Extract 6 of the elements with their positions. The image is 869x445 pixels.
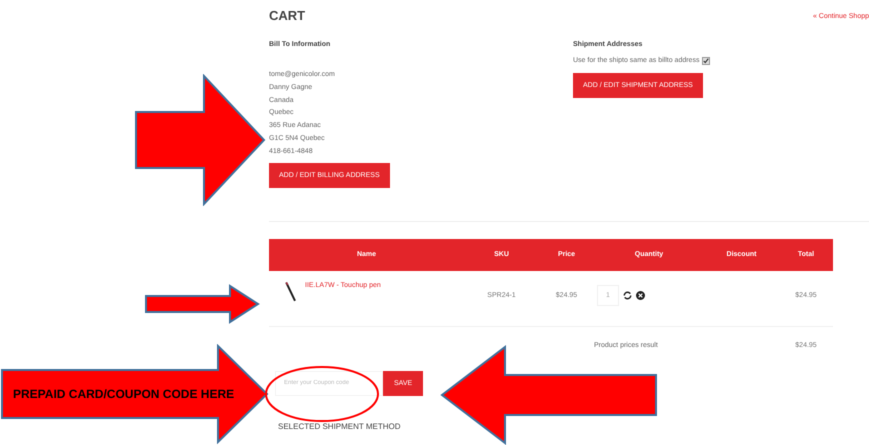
page-title: CART [269, 8, 306, 23]
remove-icon[interactable] [636, 291, 645, 300]
same-address-checkbox[interactable] [702, 57, 710, 66]
refresh-icon[interactable] [622, 291, 632, 300]
annotation-label: PREPAID CARD/COUPON CODE HERE [13, 387, 234, 401]
shipment-method-heading: SELECTED SHIPMENT METHOD [278, 422, 402, 431]
